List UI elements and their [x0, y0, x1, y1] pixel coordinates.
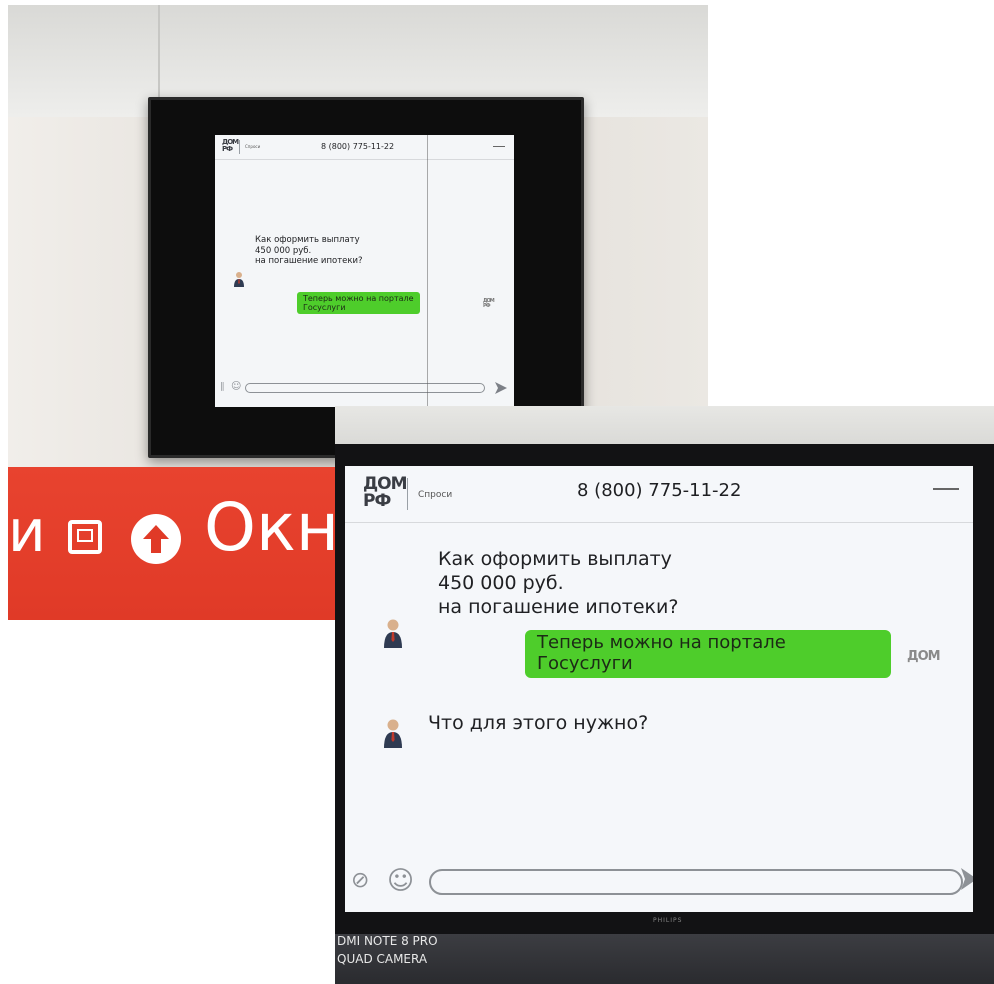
user-avatar-icon — [384, 619, 402, 648]
camera-watermark-line2: QUAD CAMERA — [337, 952, 428, 966]
bot-logo-icon: ДОМ РФ — [483, 298, 495, 309]
phone-number: 8 (800) 775-11-22 — [321, 142, 395, 151]
chat-header: ДОМ РФ Спроси 8 (800) 775-11-22 — [215, 135, 514, 160]
tv-brand-label: PHILIPS — [653, 917, 683, 924]
chat-screen: ДОМ РФ Спроси 8 (800) 775-11-22 Как офор… — [345, 466, 973, 912]
user-avatar-icon — [384, 719, 402, 748]
brand-label: Спроси — [418, 490, 453, 500]
chat-header: ДОМ РФ Спроси 8 (800) 775-11-22 — [345, 466, 973, 523]
domrf-logo: ДОМ РФ — [363, 474, 408, 511]
user-message: Как оформить выплату 450 000 руб. на пог… — [255, 235, 363, 267]
attach-clip-icon[interactable]: ∥ — [220, 382, 225, 392]
emoji-icon[interactable]: ☺ — [387, 866, 414, 896]
user-message: Что для этого нужно? — [428, 712, 649, 734]
sign-text-left: и — [8, 497, 46, 565]
send-icon[interactable] — [961, 868, 973, 890]
message-input[interactable] — [245, 383, 485, 393]
minimize-button[interactable] — [933, 488, 959, 490]
chat-screen: ДОМ РФ Спроси 8 (800) 775-11-22 Как офор… — [215, 135, 514, 407]
camera-watermark-line1: DMI NOTE 8 PRO — [337, 934, 438, 948]
screen-glare — [427, 135, 428, 407]
tv-monitor: ДОМ РФ Спроси 8 (800) 775-11-22 Как офор… — [335, 444, 994, 934]
minimize-button[interactable] — [493, 146, 505, 147]
user-message: Как оформить выплату 450 000 руб. на пог… — [438, 548, 679, 618]
bot-message-bubble: Теперь можно на портале Госуслуги — [525, 630, 891, 679]
arrow-up-icon — [131, 514, 181, 564]
header-separator — [407, 478, 408, 510]
kiosk-monitor: ДОМ РФ Спроси 8 (800) 775-11-22 Как офор… — [148, 97, 584, 458]
header-separator — [239, 140, 240, 154]
brand-label: Спроси — [245, 144, 261, 149]
bot-message-bubble: Теперь можно на портале Госуслуги — [297, 292, 420, 315]
window-icon — [68, 520, 102, 554]
attach-clip-icon[interactable]: ⊘ — [351, 868, 369, 893]
phone-number: 8 (800) 775-11-22 — [577, 480, 742, 501]
message-input[interactable] — [429, 869, 963, 895]
domrf-logo: ДОМ РФ — [222, 138, 239, 153]
send-icon[interactable] — [495, 382, 507, 394]
user-avatar-icon — [234, 272, 244, 287]
bot-logo-icon: ДОМ — [907, 649, 941, 664]
sign-text-right: Окн — [204, 489, 339, 566]
photo-bottom-right: ДОМ РФ Спроси 8 (800) 775-11-22 Как офор… — [335, 406, 994, 984]
emoji-icon[interactable]: ☺ — [231, 381, 241, 392]
